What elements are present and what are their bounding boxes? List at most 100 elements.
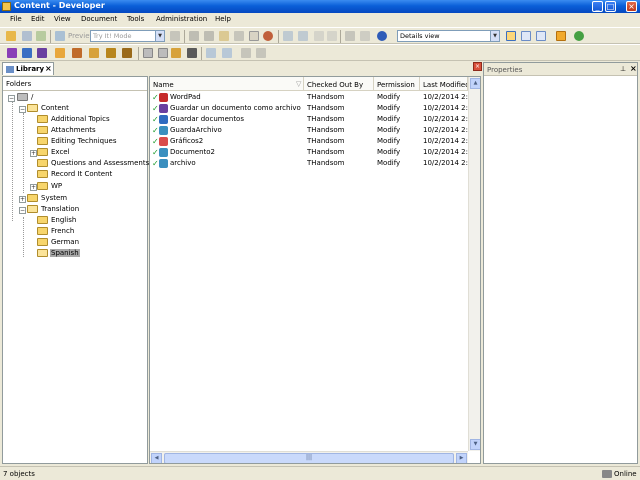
tree-node-english[interactable]: English bbox=[37, 216, 77, 227]
move-up-icon[interactable] bbox=[206, 48, 216, 58]
spellcheck-icon[interactable] bbox=[360, 31, 370, 41]
tree-node-root[interactable]: / bbox=[17, 93, 34, 104]
expand-toggle[interactable]: + bbox=[30, 184, 37, 191]
tree-node-label: Excel bbox=[51, 148, 70, 156]
menu-tools[interactable]: Tools bbox=[127, 15, 144, 23]
tree-node-french[interactable]: French bbox=[37, 227, 75, 238]
topic-icon[interactable] bbox=[37, 48, 47, 58]
mode-select[interactable]: Try It! Mode ▼ bbox=[90, 30, 165, 42]
glossary-icon[interactable] bbox=[72, 48, 82, 58]
check-in-icon[interactable] bbox=[241, 48, 251, 58]
close-button[interactable]: × bbox=[626, 1, 637, 12]
scroll-down-icon[interactable]: ▼ bbox=[470, 439, 480, 450]
table-row[interactable]: ✓ Guardar documentos THandsom Modify 10/… bbox=[150, 114, 468, 125]
copy-icon[interactable] bbox=[204, 31, 214, 41]
folder-view-icon[interactable] bbox=[556, 31, 566, 41]
new-icon[interactable] bbox=[6, 31, 16, 41]
details-view-icon[interactable] bbox=[506, 31, 516, 41]
refresh-icon[interactable] bbox=[574, 31, 584, 41]
menu-administration[interactable]: Administration bbox=[156, 15, 207, 23]
expand-toggle[interactable]: + bbox=[30, 150, 37, 157]
scroll-up-icon[interactable]: ▲ bbox=[470, 78, 480, 89]
insert-icon[interactable] bbox=[143, 48, 153, 58]
close-icon[interactable]: × bbox=[45, 64, 52, 73]
library-close-icon[interactable]: × bbox=[473, 62, 482, 71]
more-icon[interactable] bbox=[171, 48, 181, 58]
publish-icon[interactable] bbox=[36, 31, 46, 41]
menu-view[interactable]: View bbox=[54, 15, 71, 23]
tree-node-translation[interactable]: Translation bbox=[27, 205, 80, 216]
scroll-thumb[interactable]: ||| bbox=[164, 453, 454, 463]
tree-node-questions[interactable]: Questions and Assessments bbox=[37, 159, 150, 170]
binoculars-icon[interactable] bbox=[345, 31, 355, 41]
menu-edit[interactable]: Edit bbox=[31, 15, 45, 23]
tree-node-additional-topics[interactable]: Additional Topics bbox=[37, 115, 111, 126]
redo-icon[interactable] bbox=[298, 31, 308, 41]
vertical-scrollbar[interactable]: ▲ ▼ bbox=[468, 77, 480, 451]
split-view-icon[interactable] bbox=[536, 31, 546, 41]
package-icon[interactable] bbox=[55, 48, 65, 58]
expand-toggle[interactable]: − bbox=[19, 106, 26, 113]
tree-node-attachments[interactable]: Attachments bbox=[37, 126, 97, 137]
table-row[interactable]: ✓ archivo THandsom Modify 10/2/2014 2:3 bbox=[150, 158, 468, 169]
scroll-left-icon[interactable]: ◀ bbox=[151, 453, 162, 463]
tab-library[interactable]: Library × bbox=[2, 62, 54, 75]
window-title: Content - Developer bbox=[14, 1, 105, 10]
row-modified: 10/2/2014 2:3 bbox=[423, 159, 468, 167]
outdent-icon[interactable] bbox=[327, 31, 337, 41]
dropdown-icon[interactable] bbox=[187, 48, 197, 58]
table-row[interactable]: ✓ Gráficos2 THandsom Modify 10/2/2014 2:… bbox=[150, 136, 468, 147]
find-icon[interactable] bbox=[263, 31, 273, 41]
column-header-checked-out[interactable]: Checked Out By bbox=[304, 77, 374, 91]
cut-icon[interactable] bbox=[189, 31, 199, 41]
tree-node-label: Editing Techniques bbox=[51, 137, 117, 145]
undo-icon[interactable] bbox=[283, 31, 293, 41]
save-icon[interactable] bbox=[22, 31, 32, 41]
table-row[interactable]: ✓ GuardaArchivo THandsom Modify 10/2/201… bbox=[150, 125, 468, 136]
tree-node-label: German bbox=[51, 238, 80, 246]
properties-icon[interactable] bbox=[249, 31, 259, 41]
tree-node-editing-techniques[interactable]: Editing Techniques bbox=[37, 137, 118, 148]
minimize-button[interactable]: _ bbox=[592, 1, 603, 12]
column-header-name[interactable]: Name ▽ bbox=[150, 77, 304, 91]
tree-node-excel[interactable]: Excel bbox=[37, 148, 71, 159]
tree-node-content[interactable]: Content bbox=[27, 104, 70, 115]
tree-node-german[interactable]: German bbox=[37, 238, 80, 249]
horizontal-scrollbar[interactable]: ◀ ||| ▶ bbox=[150, 451, 468, 463]
pin-icon[interactable]: ⊥ bbox=[620, 65, 626, 73]
menu-document[interactable]: Document bbox=[81, 15, 117, 23]
check-out-icon[interactable] bbox=[256, 48, 266, 58]
paste-icon[interactable] bbox=[219, 31, 229, 41]
help-icon[interactable] bbox=[377, 31, 387, 41]
close-icon[interactable]: × bbox=[630, 64, 637, 73]
column-header-modified[interactable]: Last Modified D bbox=[420, 77, 468, 91]
table-row[interactable]: ✓ Documento2 THandsom Modify 10/2/2014 2… bbox=[150, 147, 468, 158]
table-row[interactable]: ✓ WordPad THandsom Modify 10/2/2014 2:4 bbox=[150, 92, 468, 103]
table-row[interactable]: ✓ Guardar un documento como archivo nuev… bbox=[150, 103, 468, 114]
menu-help[interactable]: Help bbox=[215, 15, 231, 23]
tree-node-record-it[interactable]: Record It Content bbox=[37, 170, 113, 181]
delete-icon[interactable] bbox=[234, 31, 244, 41]
column-header-permission[interactable]: Permission bbox=[374, 77, 420, 91]
indent-icon[interactable] bbox=[314, 31, 324, 41]
tree-node-system[interactable]: System bbox=[27, 194, 68, 205]
module-icon[interactable] bbox=[7, 48, 17, 58]
expand-toggle[interactable]: + bbox=[19, 196, 26, 203]
record-icon[interactable] bbox=[170, 31, 180, 41]
expand-toggle[interactable]: − bbox=[19, 207, 26, 214]
menu-file[interactable]: File bbox=[10, 15, 22, 23]
view-select[interactable]: Details view ▼ bbox=[397, 30, 500, 42]
list-view-icon[interactable] bbox=[521, 31, 531, 41]
preview-icon[interactable] bbox=[55, 31, 65, 41]
document-props-icon[interactable] bbox=[158, 48, 168, 58]
web-page-icon[interactable] bbox=[122, 48, 132, 58]
tree-node-wp[interactable]: WP bbox=[37, 182, 63, 193]
role-icon[interactable] bbox=[89, 48, 99, 58]
expand-toggle[interactable]: − bbox=[8, 95, 15, 102]
tree-node-spanish[interactable]: Spanish bbox=[37, 249, 80, 260]
link-icon[interactable] bbox=[106, 48, 116, 58]
scroll-right-icon[interactable]: ▶ bbox=[456, 453, 467, 463]
maximize-button[interactable]: □ bbox=[605, 1, 616, 12]
move-down-icon[interactable] bbox=[222, 48, 232, 58]
section-icon[interactable] bbox=[22, 48, 32, 58]
